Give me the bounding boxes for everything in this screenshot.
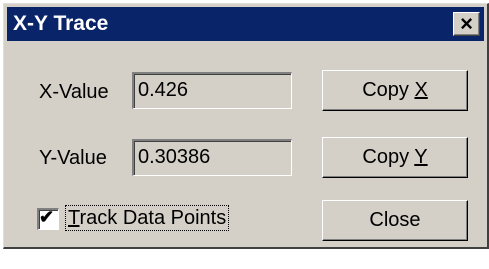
y-value-label: Y-Value <box>39 147 107 169</box>
track-data-points-checkbox[interactable]: ✔ <box>37 207 59 230</box>
track-mnemonic: T <box>68 207 80 229</box>
copy-y-button[interactable]: Copy Y <box>322 137 468 178</box>
track-label-rest: rack Data Points <box>79 207 227 229</box>
track-data-points-label[interactable]: Track Data Points <box>64 205 230 231</box>
x-value-field[interactable]: 0.426 <box>132 72 292 109</box>
close-icon: × <box>460 11 473 36</box>
copy-x-label: Copy <box>362 79 415 101</box>
window-title: X-Y Trace <box>13 12 109 35</box>
copy-x-button[interactable]: Copy X <box>322 70 468 111</box>
copy-x-mnemonic: X <box>414 79 428 101</box>
close-button[interactable]: Close <box>322 200 468 241</box>
copy-y-mnemonic: Y <box>414 146 428 168</box>
y-value-field[interactable]: 0.30386 <box>132 139 292 176</box>
copy-y-label: Copy <box>362 146 415 168</box>
checkmark-icon: ✔ <box>39 207 55 227</box>
x-value-label: X-Value <box>39 81 109 103</box>
title-bar[interactable]: X-Y Trace × <box>7 7 484 41</box>
title-close-button[interactable]: × <box>453 12 480 36</box>
